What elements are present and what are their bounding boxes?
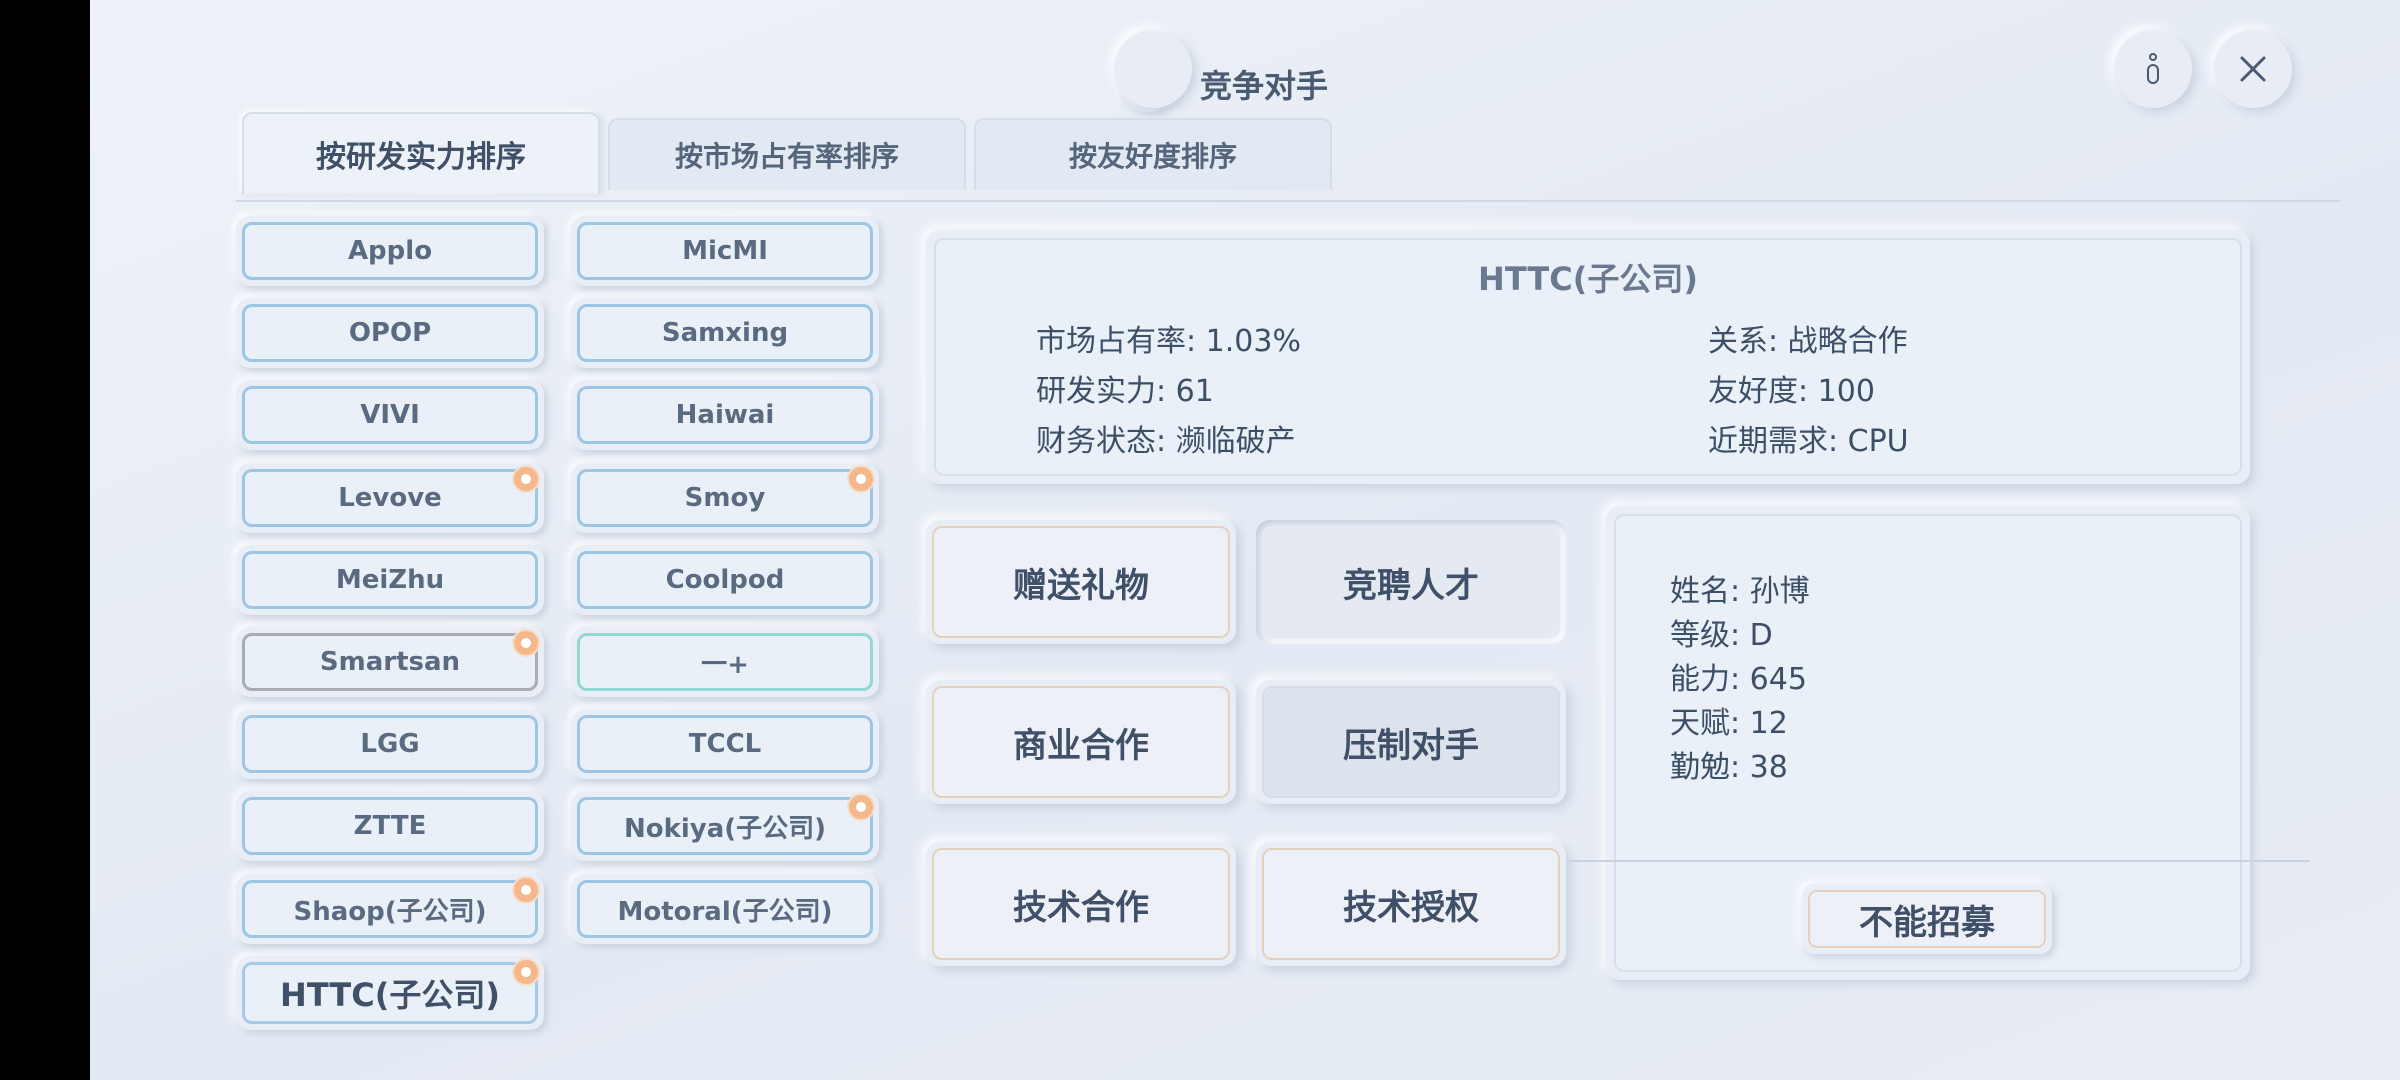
company-button-label: Shaop(子公司) [242, 880, 538, 938]
company-button-label: Nokiya(子公司) [577, 797, 873, 855]
suppress-rival-button[interactable]: 压制对手 [1256, 680, 1566, 804]
company-button-label: VIVI [242, 386, 538, 444]
poach-talent-button[interactable]: 竞聘人才 [1256, 520, 1566, 644]
suppress-rival-button-label: 压制对手 [1262, 686, 1560, 798]
company-button-label: Haiwai [577, 386, 873, 444]
company-button-label: Smartsan [242, 633, 538, 691]
company-button-label: MeiZhu [242, 551, 538, 609]
company-button-label: Applo [242, 222, 538, 280]
talent-divider [1570, 860, 2310, 862]
company-button-label: MicMI [577, 222, 873, 280]
notification-dot-icon [849, 795, 873, 819]
talent-gift: 天赋: 12 [1670, 706, 1788, 741]
business-coop-button-label: 商业合作 [932, 686, 1230, 798]
close-icon [2240, 56, 2266, 82]
company-button[interactable]: Levove [236, 463, 544, 533]
business-coop-button[interactable]: 商业合作 [926, 680, 1236, 804]
company-button-label: Smoy [577, 469, 873, 527]
tab-sort-market-share[interactable]: 按市场占有率排序 [608, 118, 966, 190]
tech-license-button-label: 技术授权 [1262, 848, 1560, 960]
poach-talent-button-label: 竞聘人才 [1262, 526, 1560, 638]
relation-text: 关系: 战略合作 [1708, 324, 1908, 359]
notification-dot-icon [849, 467, 873, 491]
friendliness-text: 友好度: 100 [1708, 374, 1875, 409]
company-button[interactable]: OPOP [236, 298, 544, 368]
company-button-label: ZTTE [242, 797, 538, 855]
company-button-label: Coolpod [577, 551, 873, 609]
tech-license-button[interactable]: 技术授权 [1256, 842, 1566, 966]
tech-coop-button[interactable]: 技术合作 [926, 842, 1236, 966]
notification-dot-icon [514, 960, 538, 984]
company-button-label: LGG [242, 715, 538, 773]
company-button-label: Levove [242, 469, 538, 527]
company-button[interactable]: Samxing [571, 298, 879, 368]
company-info-title: HTTC(子公司) [1478, 260, 1698, 298]
company-button[interactable]: Haiwai [571, 380, 879, 450]
tab-divider [236, 200, 2340, 202]
company-button[interactable]: Applo [236, 216, 544, 286]
company-button[interactable]: VIVI [236, 380, 544, 450]
notification-dot-icon [514, 878, 538, 902]
tab-sort-friendliness[interactable]: 按友好度排序 [974, 118, 1332, 190]
company-button[interactable]: ZTTE [236, 791, 544, 861]
talent-diligence: 勤勉: 38 [1670, 750, 1788, 785]
company-button-label: TCCL [577, 715, 873, 773]
page-title: 竞争对手 [1200, 67, 1329, 105]
company-button[interactable]: Smartsan [236, 627, 544, 697]
company-button[interactable]: Motoral(子公司) [571, 874, 879, 944]
company-button[interactable]: LGG [236, 709, 544, 779]
talent-level: 等级: D [1670, 618, 1773, 653]
company-button-label: 一+ [577, 633, 873, 691]
recent-demand-text: 近期需求: CPU [1708, 424, 1909, 459]
close-button[interactable] [2214, 30, 2292, 108]
company-button[interactable]: Smoy [571, 463, 879, 533]
recruit-button[interactable]: 不能招募 [1802, 884, 2052, 954]
company-button-label: Motoral(子公司) [577, 880, 873, 938]
tab-sort-rd[interactable]: 按研发实力排序 [242, 112, 600, 194]
company-button-label: OPOP [242, 304, 538, 362]
company-button[interactable]: TCCL [571, 709, 879, 779]
company-info-panel: HTTC(子公司) 市场占有率: 1.03% 研发实力: 61 财务状态: 濒临… [926, 230, 2250, 484]
info-icon [2147, 53, 2159, 84]
company-button[interactable]: MicMI [571, 216, 879, 286]
company-button-label: Samxing [577, 304, 873, 362]
recruit-button-label: 不能招募 [1808, 890, 2046, 948]
company-button[interactable]: Coolpod [571, 545, 879, 615]
finance-status-text: 财务状态: 濒临破产 [1036, 424, 1296, 459]
company-button[interactable]: 一+ [571, 627, 879, 697]
gift-button-label: 赠送礼物 [932, 526, 1230, 638]
market-share-text: 市场占有率: 1.03% [1036, 324, 1301, 359]
talent-ability: 能力: 645 [1670, 662, 1807, 697]
notification-dot-icon [514, 467, 538, 491]
company-button-label: HTTC(子公司) [242, 962, 538, 1024]
rd-power-text: 研发实力: 61 [1036, 374, 1214, 409]
tech-coop-button-label: 技术合作 [932, 848, 1230, 960]
company-button[interactable]: HTTC(子公司) [236, 956, 544, 1030]
talent-name: 姓名: 孙博 [1670, 574, 1810, 609]
notification-dot-icon [514, 631, 538, 655]
company-button[interactable]: Shaop(子公司) [236, 874, 544, 944]
info-button[interactable] [2114, 30, 2192, 108]
company-button[interactable]: Nokiya(子公司) [571, 791, 879, 861]
company-button[interactable]: MeiZhu [236, 545, 544, 615]
gift-button[interactable]: 赠送礼物 [926, 520, 1236, 644]
